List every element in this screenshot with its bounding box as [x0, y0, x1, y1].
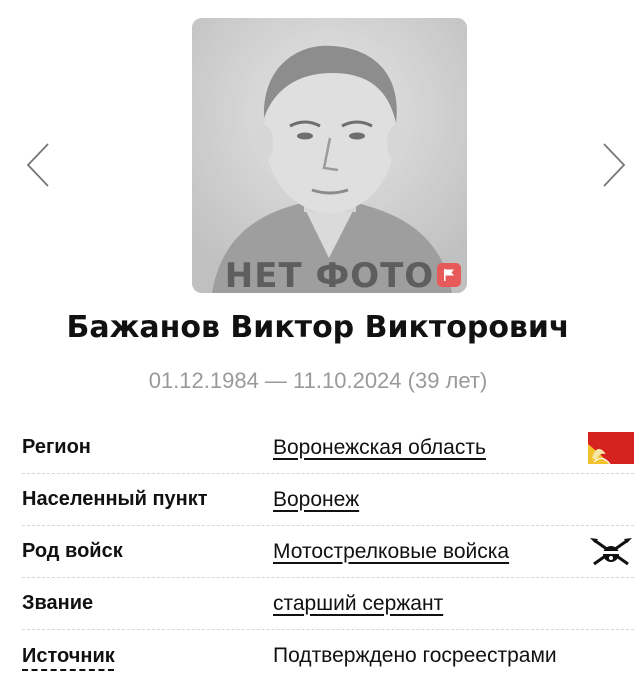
- info-row-source: Источник Подтверждено госреестрами: [22, 630, 634, 679]
- person-name: Бажанов Виктор Викторович: [66, 310, 570, 345]
- placeholder-portrait: [192, 18, 467, 293]
- rank-label: Звание: [22, 592, 94, 614]
- voronezh-region-flag-icon: [588, 432, 634, 464]
- source-value: Подтверждено госреестрами: [273, 644, 557, 667]
- death-date: 11.10.2024: [293, 368, 402, 393]
- chevron-left-icon: [26, 143, 49, 187]
- motor-rifle-troops-emblem-icon: [590, 538, 632, 566]
- birth-date: 01.12.1984: [148, 368, 259, 393]
- age: (39 лет): [401, 368, 488, 393]
- date-separator: —: [258, 368, 294, 393]
- region-link[interactable]: Воронежская область: [273, 436, 486, 460]
- source-label[interactable]: Источник: [22, 645, 273, 668]
- rank-link[interactable]: старший сержант: [273, 592, 443, 616]
- info-row-settlement: Населенный пункт Воронеж: [22, 474, 634, 526]
- info-row-branch: Род войск Мотострелковые войска: [22, 526, 634, 578]
- region-label: Регион: [22, 436, 91, 458]
- life-dates: 01.12.1984 — 11.10.2024 (39 лет): [0, 368, 636, 394]
- info-row-region: Регион Воронежская область: [22, 422, 634, 474]
- next-button[interactable]: [598, 140, 628, 190]
- chevron-right-icon: [603, 143, 626, 187]
- no-photo-label: НЕТ ФОТО: [224, 256, 435, 293]
- info-row-rank: Звание старший сержант: [22, 578, 634, 630]
- branch-label: Род войск: [22, 540, 123, 562]
- report-flag-button[interactable]: [437, 263, 461, 287]
- flag-icon: [444, 269, 454, 281]
- info-table: Регион Воронежская область Населенный пу…: [22, 422, 634, 679]
- settlement-link[interactable]: Воронеж: [273, 488, 359, 512]
- settlement-label: Населенный пункт: [22, 488, 208, 510]
- prev-button[interactable]: [24, 140, 54, 190]
- branch-link[interactable]: Мотострелковые войска: [273, 540, 509, 564]
- person-photo: НЕТ ФОТО: [192, 18, 467, 293]
